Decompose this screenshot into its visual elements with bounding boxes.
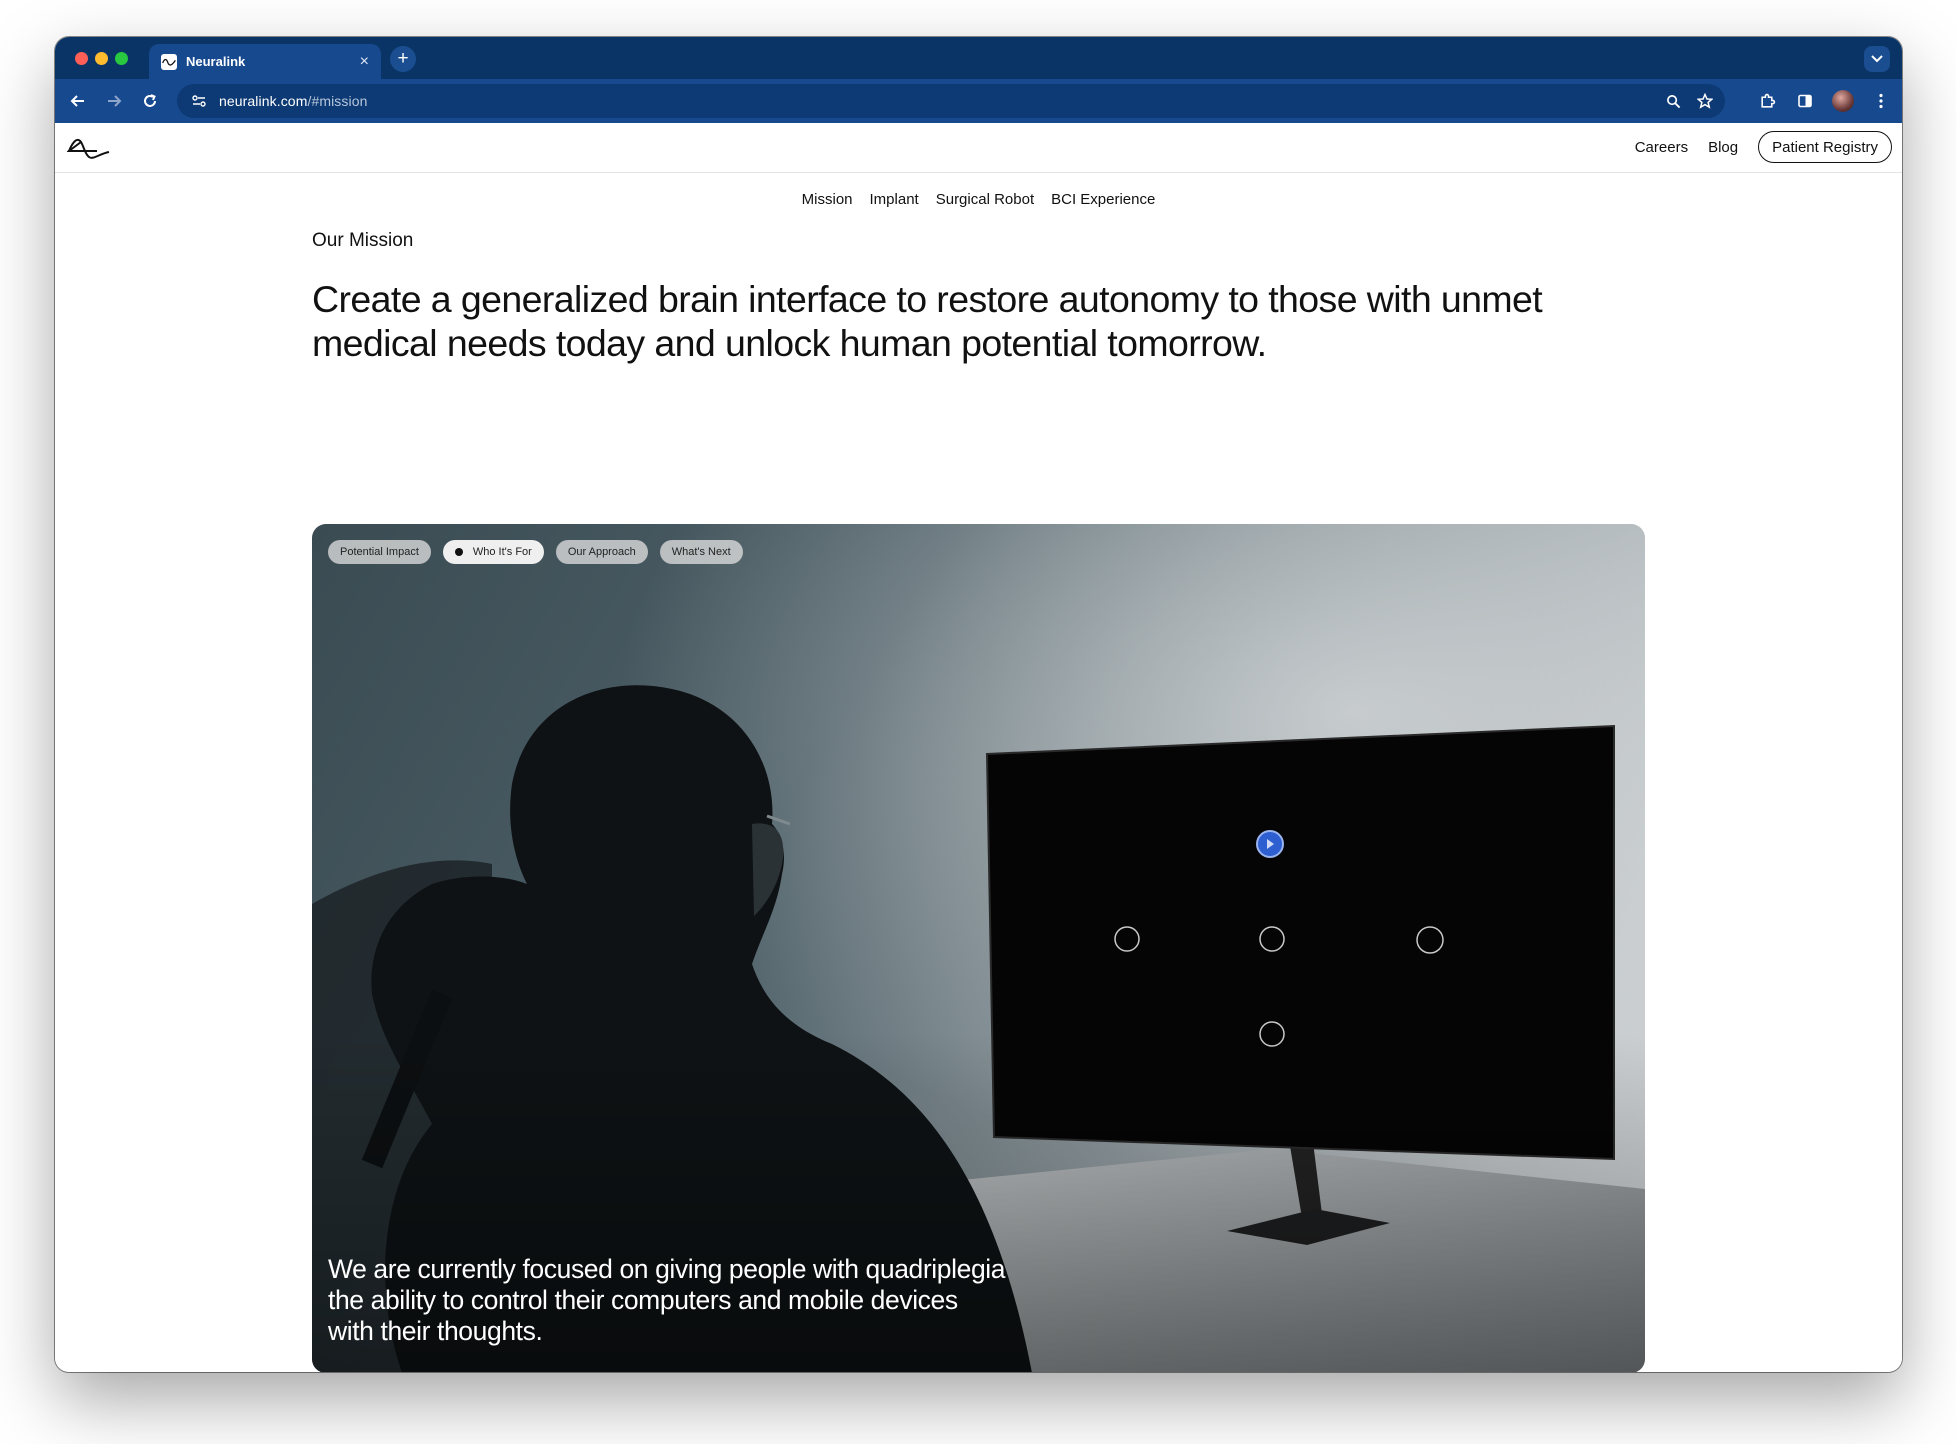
chip-potential-impact[interactable]: Potential Impact <box>328 540 431 564</box>
subnav-bci-experience[interactable]: BCI Experience <box>1051 191 1155 208</box>
subnav-surgical-robot[interactable]: Surgical Robot <box>936 191 1034 208</box>
back-button[interactable] <box>65 88 91 114</box>
close-window-button[interactable] <box>75 52 88 65</box>
tab-search-button[interactable] <box>1864 46 1890 72</box>
neuralink-logo[interactable] <box>67 132 111 162</box>
side-panel-icon[interactable] <box>1794 90 1816 112</box>
chevron-down-icon <box>1871 55 1883 63</box>
web-page: Careers Blog Patient Registry Mission Im… <box>55 123 1902 1372</box>
more-menu-icon[interactable] <box>1870 90 1892 112</box>
profile-avatar[interactable] <box>1832 90 1854 112</box>
neuralink-favicon-icon <box>161 53 177 70</box>
url-path: /#mission <box>307 93 368 109</box>
maximize-window-button[interactable] <box>115 52 128 65</box>
site-header: Careers Blog Patient Registry <box>55 123 1902 173</box>
tab-close-icon[interactable]: × <box>360 53 369 71</box>
url-text: neuralink.com/#mission <box>219 93 367 109</box>
hero-photo <box>312 524 1645 1372</box>
minimize-window-button[interactable] <box>95 52 108 65</box>
section-nav: Mission Implant Surgical Robot BCI Exper… <box>55 191 1902 208</box>
reload-button[interactable] <box>137 88 163 114</box>
subnav-mission[interactable]: Mission <box>802 191 853 208</box>
tab-title: Neuralink <box>186 54 246 69</box>
blog-link[interactable]: Blog <box>1708 139 1738 156</box>
active-dot-icon <box>454 548 463 556</box>
hero-caption: We are currently focused on giving peopl… <box>328 1254 1006 1346</box>
forward-button[interactable] <box>101 88 127 114</box>
section-eyebrow: Our Mission <box>312 230 414 251</box>
forward-arrow-icon <box>108 95 122 107</box>
careers-link[interactable]: Careers <box>1635 139 1688 156</box>
extensions-icon[interactable] <box>1756 90 1778 112</box>
mission-headline: Create a generalized brain interface to … <box>312 278 1543 364</box>
back-arrow-icon <box>70 95 84 107</box>
patient-registry-button[interactable]: Patient Registry <box>1758 131 1892 163</box>
chip-whats-next[interactable]: What's Next <box>659 540 743 564</box>
bookmark-star-icon[interactable] <box>1695 91 1715 111</box>
hero-media: Potential Impact Who It's For Our Approa… <box>312 524 1645 1372</box>
site-info-icon[interactable] <box>189 91 209 111</box>
reload-icon <box>144 94 156 107</box>
browser-toolbar: neuralink.com/#mission <box>55 79 1902 123</box>
browser-tab[interactable]: Neuralink × <box>149 44 381 79</box>
browser-window: Neuralink × + neuralink.com/#mission Car… <box>55 37 1902 1372</box>
hero-chip-row: Potential Impact Who It's For Our Approa… <box>328 540 743 564</box>
subnav-implant[interactable]: Implant <box>870 191 919 208</box>
tab-strip: Neuralink × + <box>55 37 1902 79</box>
chip-who-its-for[interactable]: Who It's For <box>442 540 544 564</box>
url-host: neuralink.com <box>219 93 308 109</box>
chip-who-its-for-label: Who It's For <box>472 546 532 558</box>
new-tab-button[interactable]: + <box>390 46 416 72</box>
search-icon[interactable] <box>1663 91 1683 111</box>
address-bar[interactable]: neuralink.com/#mission <box>177 84 1725 118</box>
chip-our-approach[interactable]: Our Approach <box>555 540 648 564</box>
